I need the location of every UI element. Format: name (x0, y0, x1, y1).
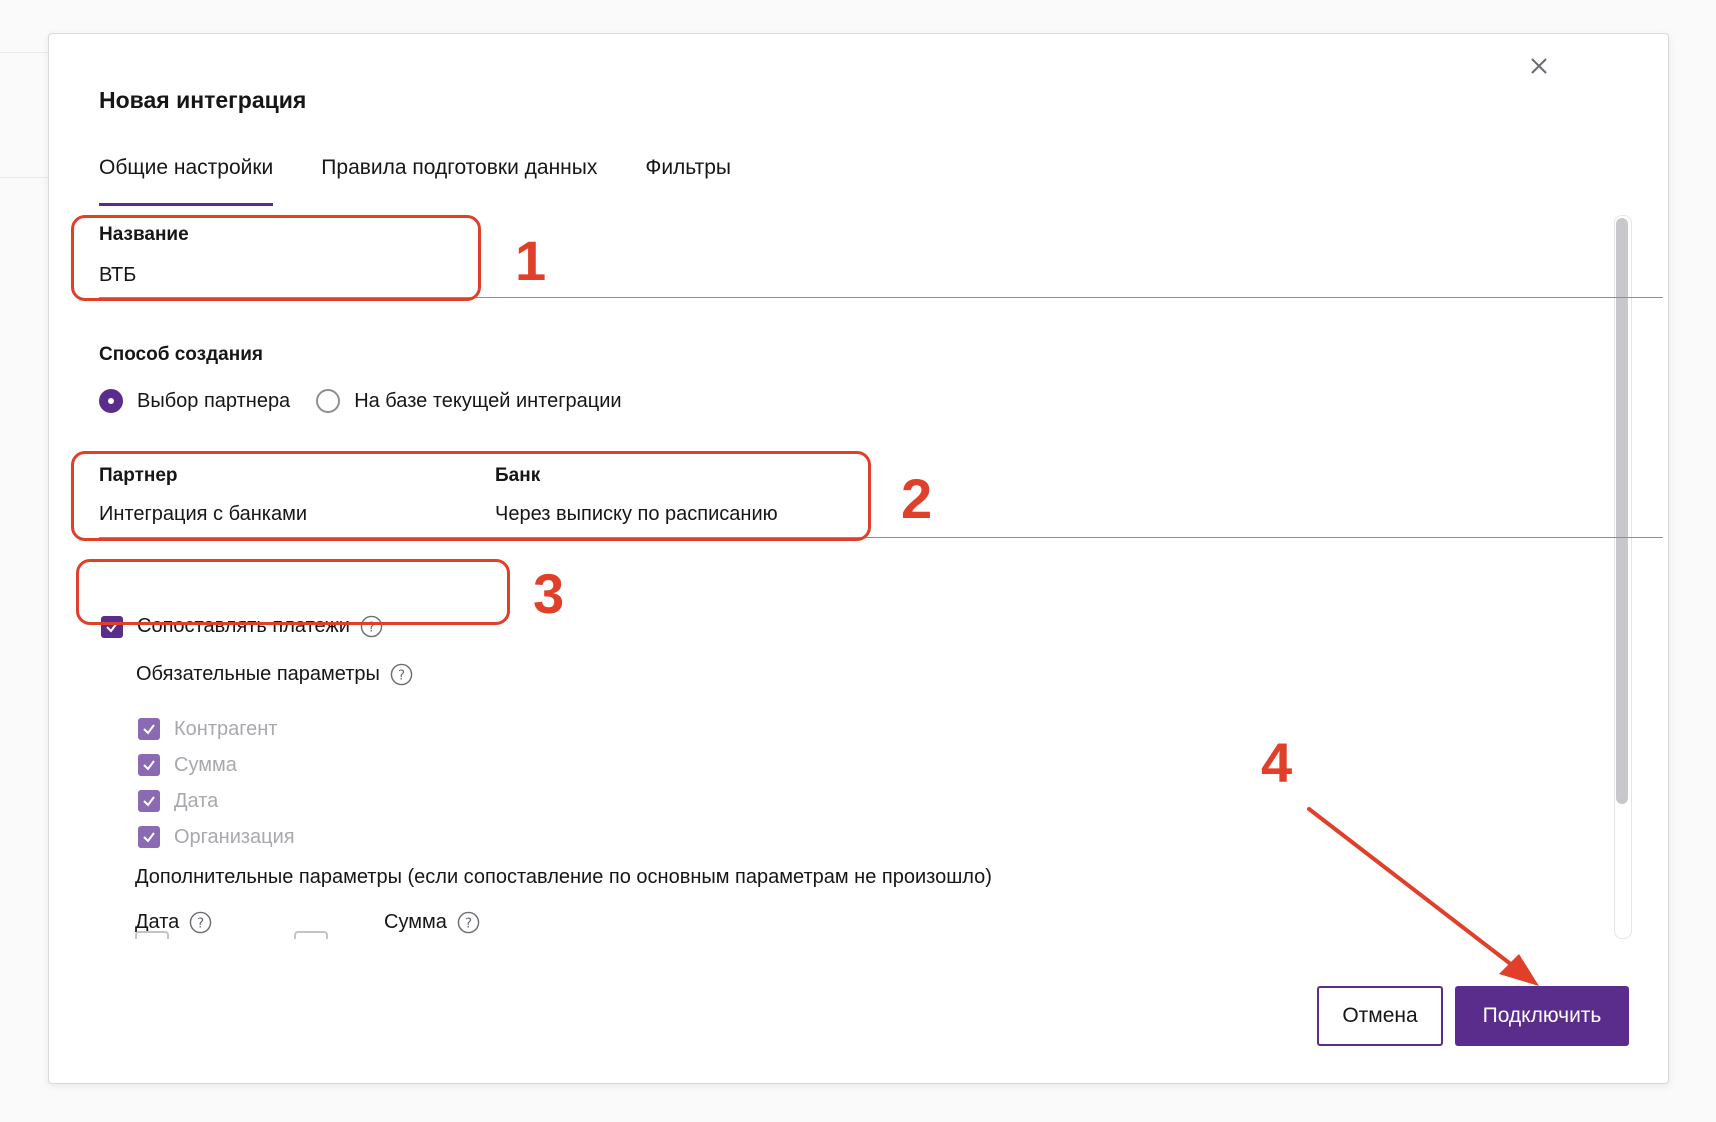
radio-based-on-current-label[interactable]: На базе текущей интеграции (354, 390, 621, 413)
new-integration-dialog: Новая интеграция Общие настройки Правила… (48, 33, 1669, 1084)
required-param-checkbox (138, 790, 160, 812)
checkmark-icon (143, 796, 155, 807)
required-param-label: Сумма (174, 753, 237, 776)
checkmark-icon (143, 724, 155, 735)
list-item: Дата (138, 783, 295, 819)
close-button[interactable] (1525, 52, 1553, 80)
backdrop-divider (0, 177, 48, 178)
radio-partner-choice-label[interactable]: Выбор партнера (137, 390, 290, 413)
required-param-label: Контрагент (174, 717, 278, 740)
close-icon (1531, 58, 1547, 74)
svg-text:?: ? (398, 668, 405, 683)
annotation-number-2: 2 (901, 467, 933, 530)
required-params-label: Обязательные параметры (136, 663, 380, 685)
tab-general-settings[interactable]: Общие настройки (99, 156, 274, 206)
required-param-label: Организация (174, 825, 295, 848)
annotation-number-3: 3 (533, 562, 565, 625)
scrollbar-thumb[interactable] (1616, 218, 1628, 804)
tab-bar: Общие настройки Правила подготовки данны… (99, 156, 779, 206)
additional-sum-row: Сумма ? (384, 911, 480, 934)
additional-sum-label: Сумма (384, 911, 447, 933)
required-param-checkbox (138, 754, 160, 776)
list-item: Контрагент (138, 711, 295, 747)
checkmark-icon (143, 832, 155, 843)
tab-data-preparation-rules[interactable]: Правила подготовки данных (321, 156, 597, 206)
checkmark-icon (143, 760, 155, 771)
creation-method-label: Способ создания (99, 344, 263, 365)
additional-params-label: Дополнительные параметры (если сопоставл… (135, 866, 992, 888)
annotation-number-1: 1 (515, 229, 547, 292)
question-circle-icon[interactable]: ? (457, 911, 480, 934)
dialog-title: Новая интеграция (99, 87, 307, 113)
required-params-list: Контрагент Сумма Дата Организация (138, 711, 295, 855)
annotation-arrow (1307, 807, 1539, 986)
creation-method-radio-group: Выбор партнера На базе текущей интеграци… (99, 389, 648, 413)
annotation-box-3 (76, 559, 510, 625)
backdrop-divider (0, 52, 48, 53)
required-param-label: Дата (174, 789, 219, 812)
annotation-box-1 (71, 215, 481, 301)
additional-date-control[interactable] (135, 931, 169, 939)
radio-based-on-current[interactable] (316, 389, 341, 413)
annotation-box-2 (71, 451, 871, 541)
list-item: Организация (138, 819, 295, 855)
question-circle-icon[interactable]: ? (189, 911, 212, 934)
question-circle-icon[interactable]: ? (390, 663, 413, 686)
required-param-checkbox (138, 718, 160, 740)
radio-partner-choice[interactable] (99, 389, 123, 413)
list-item: Сумма (138, 747, 295, 783)
svg-text:?: ? (465, 916, 472, 931)
required-param-checkbox (138, 826, 160, 848)
additional-sum-control[interactable] (294, 931, 328, 939)
required-params-heading: Обязательные параметры ? (136, 663, 413, 686)
tab-filters[interactable]: Фильтры (645, 156, 731, 206)
svg-text:?: ? (197, 916, 204, 931)
annotation-number-4: 4 (1261, 731, 1293, 794)
